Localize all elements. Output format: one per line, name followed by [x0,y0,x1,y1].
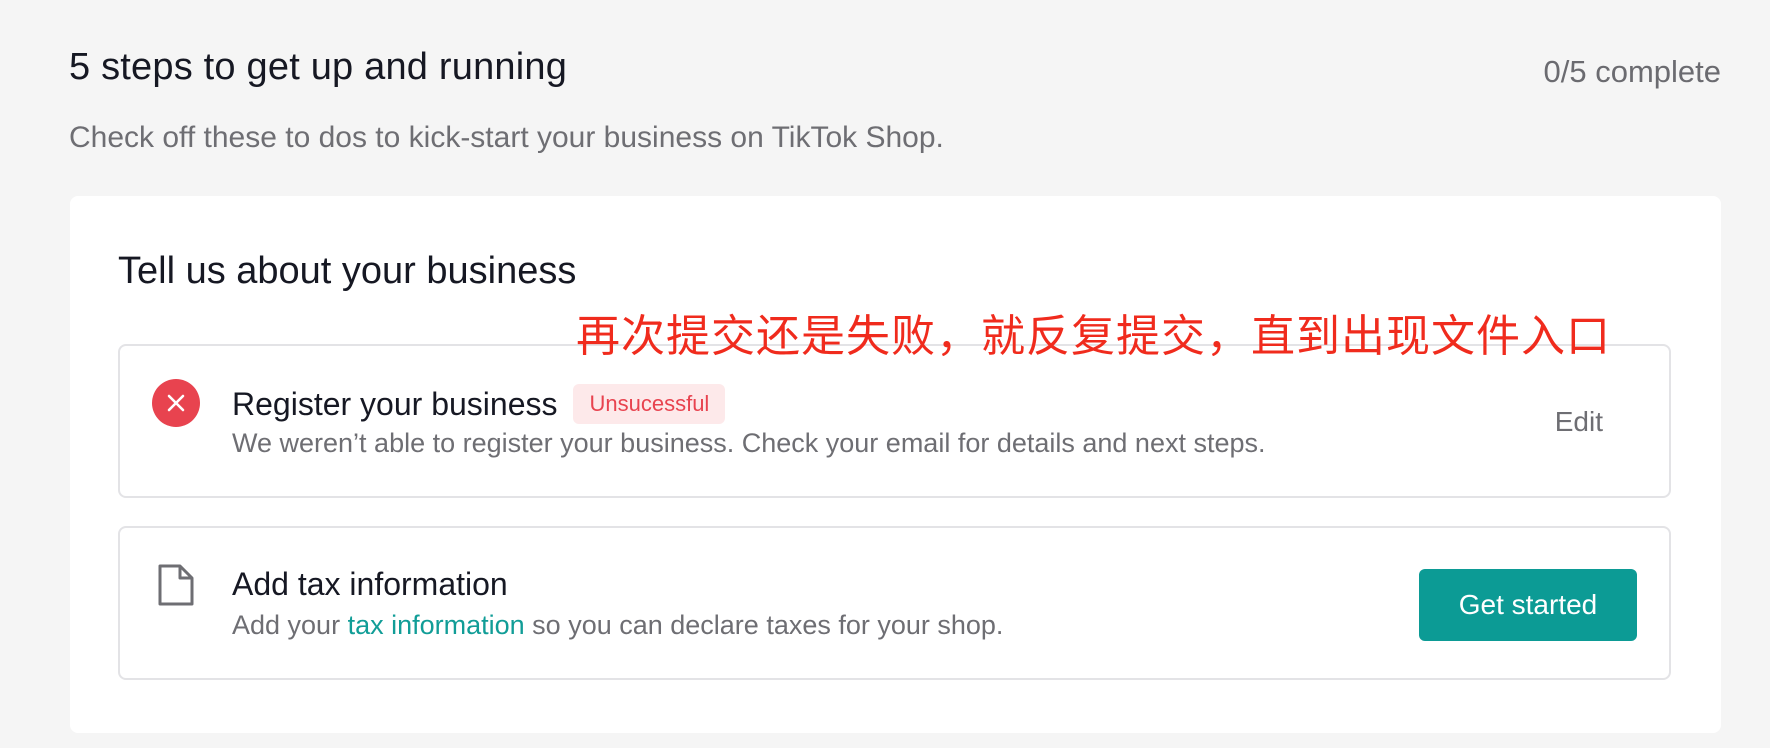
tax-information-link[interactable]: tax information [348,610,525,640]
step-title: Register your business [232,385,558,422]
page-header-title: 5 steps to get up and running [69,46,568,88]
document-icon [156,562,196,608]
section-title: Tell us about your business [118,250,577,292]
description-prefix: Add your [232,610,348,640]
step-add-tax-info: Add tax information Add your tax informa… [118,526,1671,680]
description-suffix: so you can declare taxes for your shop. [524,610,1004,640]
step-title-wrapper: Register your business Unsucessful [232,384,726,424]
step-description: Add your tax information so you can decl… [232,610,1003,641]
edit-button[interactable]: Edit [1555,406,1603,438]
step-description: We weren’t able to register your busines… [232,428,1266,458]
error-x-icon [152,379,200,427]
page-subtitle: Check off these to dos to kick-start you… [69,121,944,154]
step-title: Add tax information [232,566,508,602]
status-badge: Unsucessful [573,384,726,424]
onboarding-card: Tell us about your business Register you… [70,196,1721,733]
step-title-wrapper: Add tax information [232,566,508,603]
step-register-business: Register your business Unsucessful We we… [118,344,1671,498]
annotation-overlay: 再次提交还是失败，就反复提交，直到出现文件入口 [576,311,1611,362]
progress-indicator: 0/5 complete [1543,54,1722,89]
get-started-button[interactable]: Get started [1419,569,1637,641]
